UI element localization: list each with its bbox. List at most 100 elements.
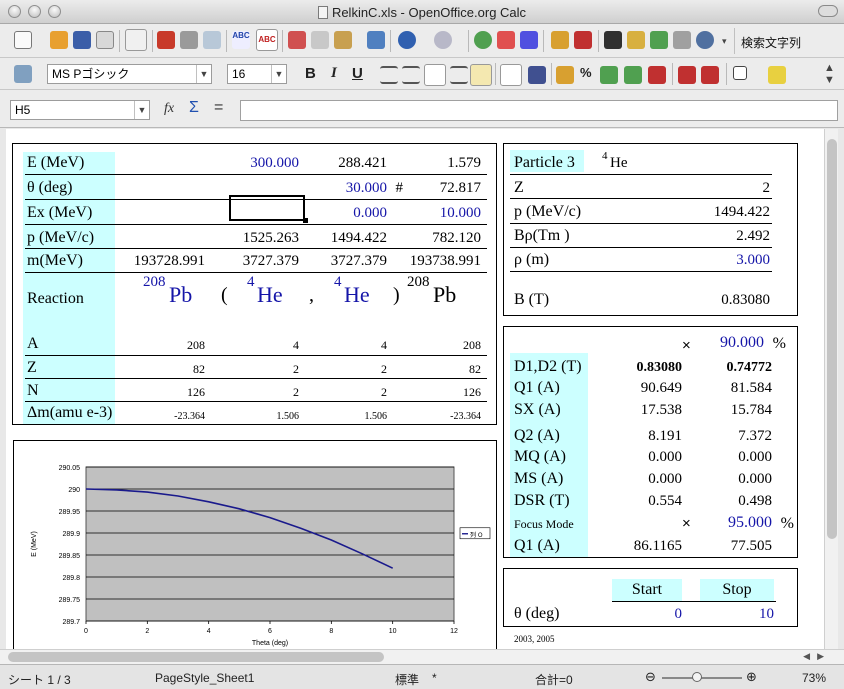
font-name-select[interactable]: MS Pゴシック ▼ <box>47 64 212 84</box>
spreadsheet-area[interactable]: E (MeV) 300.000 288.421 1.579 θ (deg) 30… <box>6 129 824 649</box>
underline-button[interactable]: U <box>352 65 363 82</box>
document-icon <box>317 6 328 19</box>
vertical-scrollbar[interactable] <box>824 129 838 649</box>
scroll-right-icon[interactable]: ▶ <box>817 651 824 662</box>
page-style[interactable]: PageStyle_Sheet1 <box>155 671 254 685</box>
format-paintbrush-icon[interactable] <box>367 31 385 49</box>
bold-button[interactable]: B <box>305 65 316 82</box>
selection-mode[interactable]: 標準 <box>395 671 419 688</box>
particle-z-row: Z 2 <box>514 179 770 196</box>
fill-handle[interactable] <box>303 218 308 223</box>
zoom-icon[interactable] <box>696 31 714 49</box>
delete-decimal-icon[interactable] <box>648 66 666 84</box>
chart-container[interactable]: 290.05 290 289.95 289.9 289.85 289.8 289.75 289… <box>13 440 497 649</box>
scroll-left-icon[interactable]: ◀ <box>803 651 810 662</box>
font-size-select[interactable]: 16 ▼ <box>227 64 287 84</box>
paste-icon[interactable] <box>334 31 352 49</box>
legend-label: 列 O <box>470 531 483 539</box>
horizontal-scrollbar[interactable]: ◀ ▶ <box>0 649 844 664</box>
particle-rho-row: ρ (m) 3.000 <box>514 251 770 268</box>
range-panel: Start Stop θ (deg) 0 10 <box>503 568 798 627</box>
wrap-text-icon[interactable] <box>500 64 522 86</box>
title-bar: RelkinC.xls - OpenOffice.org Calc <box>0 0 844 24</box>
selected-cell-cursor[interactable] <box>229 195 305 221</box>
y-tick-label: 289.9 <box>62 531 80 538</box>
zoom-in-icon[interactable]: ⊕ <box>746 669 757 685</box>
spellcheck-icon[interactable]: ABC <box>232 31 250 49</box>
edit-file-icon[interactable] <box>125 29 147 51</box>
sum-icon[interactable]: Σ <box>189 99 199 117</box>
function-wizard-icon[interactable]: fx <box>164 101 174 117</box>
vertical-align-icon[interactable] <box>528 66 546 84</box>
name-box[interactable]: H5 ▼ <box>10 100 150 120</box>
modified-indicator: * <box>432 671 437 685</box>
gallery-icon[interactable] <box>650 31 668 49</box>
print-icon[interactable] <box>180 31 198 49</box>
toolbar-scroll-up-icon[interactable]: ▲ <box>824 62 835 74</box>
z-row: Z 82 2 2 82 <box>27 359 481 376</box>
particle-p-row: p (MeV/c) 1494.422 <box>514 203 770 220</box>
zoom-slider[interactable] <box>662 677 742 679</box>
standard-format-icon[interactable] <box>600 66 618 84</box>
percent-icon[interactable]: % <box>580 65 592 80</box>
add-decimal-icon[interactable] <box>624 66 642 84</box>
vertical-scroll-thumb[interactable] <box>827 139 837 539</box>
export-pdf-icon[interactable] <box>157 31 175 49</box>
find-replace-icon[interactable] <box>604 31 622 49</box>
styles-formatting-icon[interactable] <box>14 65 32 83</box>
y-tick-label: 289.7 <box>62 619 80 626</box>
energy-vs-theta-chart[interactable]: 290.05 290 289.95 289.9 289.85 289.8 289.75 289… <box>14 441 496 649</box>
equals-icon[interactable]: = <box>214 99 223 117</box>
kinematics-panel: E (MeV) 300.000 288.421 1.579 θ (deg) 30… <box>12 143 497 425</box>
background-color-icon[interactable] <box>768 66 786 84</box>
print-preview-icon[interactable] <box>203 31 221 49</box>
sheet-indicator: シート 1 / 3 <box>8 673 71 687</box>
sx-row: SX (A) 17.538 15.784 <box>514 401 772 418</box>
horizontal-scroll-thumb[interactable] <box>8 652 384 662</box>
mass-row: m(MeV) 193728.991 3727.379 3727.379 1937… <box>27 252 481 269</box>
zoom-slider-handle[interactable] <box>692 672 702 682</box>
y-tick-label: 289.95 <box>59 509 81 516</box>
autospellcheck-icon[interactable]: ABC <box>256 29 278 51</box>
particle-brho-row: Bρ(Tm ) 2.492 <box>514 227 770 244</box>
sort-descending-icon[interactable] <box>520 31 538 49</box>
zoom-out-icon[interactable]: ⊖ <box>645 669 656 685</box>
increase-indent-icon[interactable] <box>701 66 719 84</box>
open-folder-icon[interactable] <box>50 31 68 49</box>
redo-icon[interactable] <box>434 31 452 49</box>
email-icon[interactable] <box>96 31 114 49</box>
toolbar-scroll-down-icon[interactable]: ▼ <box>824 74 835 86</box>
y-tick-label: 289.75 <box>59 597 81 604</box>
hyperlink-icon[interactable] <box>474 31 492 49</box>
copy-icon[interactable] <box>311 31 329 49</box>
draw-icon[interactable] <box>574 31 592 49</box>
zoom-level[interactable]: 73% <box>802 671 826 685</box>
merge-cells-icon[interactable] <box>470 64 492 86</box>
cut-icon[interactable] <box>288 31 306 49</box>
more-toolbar-icon[interactable]: ▾ <box>722 36 727 47</box>
borders-icon[interactable] <box>733 66 747 80</box>
new-document-icon[interactable] <box>14 31 32 49</box>
align-right-icon[interactable] <box>424 64 446 86</box>
energy-row: E (MeV) 300.000 288.421 1.579 <box>27 154 481 171</box>
undo-icon[interactable] <box>398 31 416 49</box>
currency-icon[interactable] <box>556 66 574 84</box>
find-text-label[interactable]: 検索文字列 <box>741 34 801 51</box>
italic-button[interactable]: I <box>331 65 337 82</box>
justify-icon[interactable] <box>450 66 468 84</box>
x-tick-label: 6 <box>268 628 272 635</box>
save-icon[interactable] <box>73 31 91 49</box>
formula-bar: H5 ▼ fx Σ = <box>0 90 844 128</box>
x-tick-label: 12 <box>450 628 458 635</box>
reaction-row: Reaction 208 Pb ( 4 He , 4 He ) 208 Pb <box>27 274 457 307</box>
toolbar-toggle-button[interactable] <box>818 5 838 17</box>
n-row: N 126 2 2 126 <box>27 382 481 399</box>
navigator-icon[interactable] <box>627 31 645 49</box>
formula-input[interactable] <box>240 100 838 121</box>
align-left-icon[interactable] <box>380 66 398 84</box>
align-center-icon[interactable] <box>402 66 420 84</box>
decrease-indent-icon[interactable] <box>678 66 696 84</box>
chart-icon[interactable] <box>551 31 569 49</box>
datasources-icon[interactable] <box>673 31 691 49</box>
sort-ascending-icon[interactable] <box>497 31 515 49</box>
